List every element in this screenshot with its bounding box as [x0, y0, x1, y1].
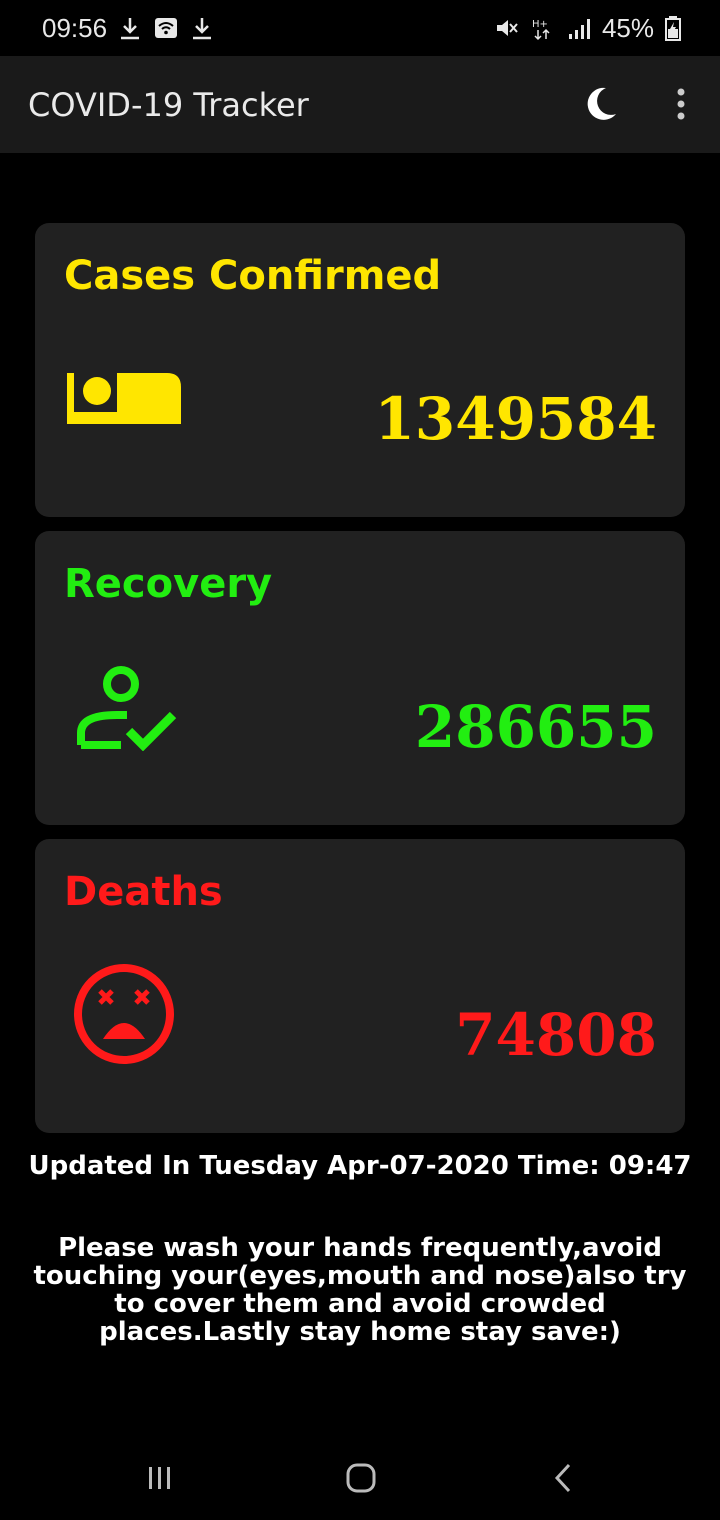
card-cases-confirmed: Cases Confirmed 1349584: [35, 223, 685, 517]
battery-icon: [665, 16, 681, 41]
status-time: 09:56: [42, 13, 108, 43]
network-hplus-icon: H+: [532, 19, 550, 41]
card-label: Recovery: [64, 561, 273, 607]
more-vert-icon[interactable]: [670, 84, 692, 124]
card-value: 1349584: [374, 385, 658, 453]
card-value: 286655: [414, 693, 657, 761]
back-icon[interactable]: [544, 1458, 584, 1498]
moon-icon[interactable]: [582, 84, 622, 124]
download-icon: [193, 18, 212, 40]
navigation-bar: [0, 1440, 720, 1520]
advice-text: Please wash your hands frequently,avoid …: [33, 1233, 687, 1347]
bed-icon: [67, 373, 181, 424]
app-title: COVID-19 Tracker: [28, 86, 309, 124]
card-label: Cases Confirmed: [64, 253, 442, 299]
card-label: Deaths: [64, 869, 223, 915]
app-bar: COVID-19 Tracker: [0, 56, 720, 153]
mute-icon: [496, 20, 518, 36]
person-check-icon: [77, 666, 177, 751]
card-value: 74808: [455, 1001, 657, 1069]
battery-percent: 45%: [601, 13, 654, 43]
recents-icon[interactable]: [140, 1458, 180, 1498]
card-deaths: Deaths 74808: [35, 839, 685, 1133]
dead-face-icon: [74, 964, 174, 1064]
signal-icon: [568, 19, 590, 39]
svg-text:H+: H+: [532, 19, 548, 30]
wifi-icon: [155, 18, 178, 38]
download-icon: [121, 18, 140, 40]
home-icon[interactable]: [341, 1458, 381, 1498]
card-recovery: Recovery 286655: [35, 531, 685, 825]
updated-text: Updated In Tuesday Apr-07-2020 Time: 09:…: [28, 1151, 692, 1181]
status-bar: 09:56 H+ 45%: [0, 0, 720, 56]
